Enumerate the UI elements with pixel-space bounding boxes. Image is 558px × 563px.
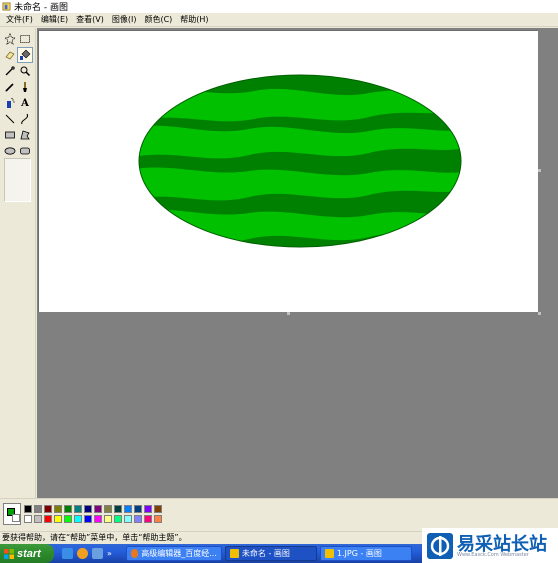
palette-swatch[interactable] <box>144 515 152 523</box>
pencil-icon[interactable] <box>2 79 18 95</box>
status-text: 要获得帮助，请在“帮助”菜单中，单击“帮助主题”。 <box>2 533 187 542</box>
palette-swatch[interactable] <box>154 515 162 523</box>
palette-swatch[interactable] <box>104 505 112 513</box>
palette-swatch[interactable] <box>104 515 112 523</box>
paint-icon <box>229 549 239 558</box>
ellipse-icon[interactable] <box>2 143 18 159</box>
text-icon[interactable]: A <box>17 95 33 111</box>
curve-icon[interactable] <box>17 111 33 127</box>
palette-swatch[interactable] <box>124 505 132 513</box>
color-picker-icon[interactable] <box>2 63 18 79</box>
palette-swatch[interactable] <box>134 505 142 513</box>
palette-swatch[interactable] <box>44 505 52 513</box>
site-watermark: 易采站长站 Www.Easck.Com Webmaster <box>422 528 558 563</box>
menu-colors[interactable]: 颜色(C) <box>140 13 176 27</box>
task-1jpg-paint[interactable]: 1.JPG - 画图 <box>319 546 412 561</box>
task-label: 高级编辑器_百度经... <box>141 549 217 558</box>
background-color[interactable] <box>12 514 20 522</box>
line-icon[interactable] <box>2 111 18 127</box>
resize-handle[interactable] <box>538 169 541 172</box>
palette-swatch[interactable] <box>94 505 102 513</box>
paint-window: 未命名 - 画图 文件(F) 编辑(E) 查看(V) 图像(I) 颜色(C) 帮… <box>0 0 558 563</box>
airbrush-icon[interactable] <box>2 95 18 111</box>
palette-swatch[interactable] <box>24 515 32 523</box>
palette-swatch[interactable] <box>34 515 42 523</box>
polygon-icon[interactable] <box>17 127 33 143</box>
eraser-icon[interactable] <box>2 47 18 63</box>
task-label: 1.JPG - 画图 <box>336 549 382 558</box>
color-palette <box>0 498 558 531</box>
palette-swatch[interactable] <box>64 515 72 523</box>
easck-logo-icon <box>427 532 453 559</box>
menu-file[interactable]: 文件(F) <box>2 13 37 27</box>
menu-help[interactable]: 帮助(H) <box>176 13 212 27</box>
palette-swatch[interactable] <box>74 515 82 523</box>
resize-handle[interactable] <box>538 312 541 315</box>
palette-swatch[interactable] <box>54 505 62 513</box>
watermelon-drawing <box>138 74 462 248</box>
palette-swatch[interactable] <box>84 505 92 513</box>
free-form-select-icon[interactable] <box>2 31 18 47</box>
palette-swatch[interactable] <box>84 515 92 523</box>
palette-swatch[interactable] <box>124 515 132 523</box>
palette-swatch[interactable] <box>94 515 102 523</box>
toolbox: A <box>0 28 36 498</box>
magnifier-icon[interactable] <box>17 63 33 79</box>
ie-icon[interactable] <box>62 548 73 559</box>
current-colors[interactable] <box>3 503 21 525</box>
title-bar[interactable]: 未命名 - 画图 <box>0 0 558 13</box>
media-player-icon[interactable] <box>77 548 88 559</box>
windows-flag-icon <box>4 548 14 559</box>
paint-icon <box>2 2 11 11</box>
show-desktop-icon[interactable] <box>92 548 103 559</box>
palette-swatch[interactable] <box>44 515 52 523</box>
palette-swatch[interactable] <box>134 515 142 523</box>
task-label: 未命名 - 画图 <box>241 549 290 558</box>
menu-view[interactable]: 查看(V) <box>72 13 108 27</box>
paint-icon <box>324 549 334 558</box>
tool-options-panel[interactable] <box>4 158 31 202</box>
drawing-canvas[interactable] <box>38 30 538 312</box>
task-baidu-editor[interactable]: 高级编辑器_百度经... <box>125 546 222 561</box>
menu-edit[interactable]: 编辑(E) <box>37 13 72 27</box>
fill-bucket-icon[interactable] <box>17 47 33 63</box>
quick-launch-more-icon[interactable]: » <box>107 549 112 558</box>
start-label: start <box>17 547 41 560</box>
palette-swatch[interactable] <box>34 505 42 513</box>
start-button[interactable]: start <box>0 544 54 563</box>
menu-image[interactable]: 图像(I) <box>108 13 141 27</box>
palette-swatch[interactable] <box>144 505 152 513</box>
rect-select-icon[interactable] <box>17 31 33 47</box>
palette-swatch[interactable] <box>154 505 162 513</box>
window-title: 未命名 - 画图 <box>14 3 68 13</box>
palette-swatch[interactable] <box>114 515 122 523</box>
palette-swatch[interactable] <box>114 505 122 513</box>
canvas-workspace <box>37 28 558 498</box>
palette-swatch[interactable] <box>64 505 72 513</box>
task-untitled-paint[interactable]: 未命名 - 画图 <box>224 546 317 561</box>
watermark-subtitle: Www.Easck.Com Webmaster <box>457 552 529 558</box>
brush-icon[interactable] <box>17 79 33 95</box>
palette-swatch[interactable] <box>24 505 32 513</box>
resize-handle[interactable] <box>287 312 290 315</box>
palette-swatch[interactable] <box>54 515 62 523</box>
palette-swatch[interactable] <box>74 505 82 513</box>
firefox-icon <box>130 549 139 558</box>
rounded-rect-icon[interactable] <box>17 143 33 159</box>
rectangle-icon[interactable] <box>2 127 18 143</box>
menu-bar: 文件(F) 编辑(E) 查看(V) 图像(I) 颜色(C) 帮助(H) <box>0 13 558 27</box>
